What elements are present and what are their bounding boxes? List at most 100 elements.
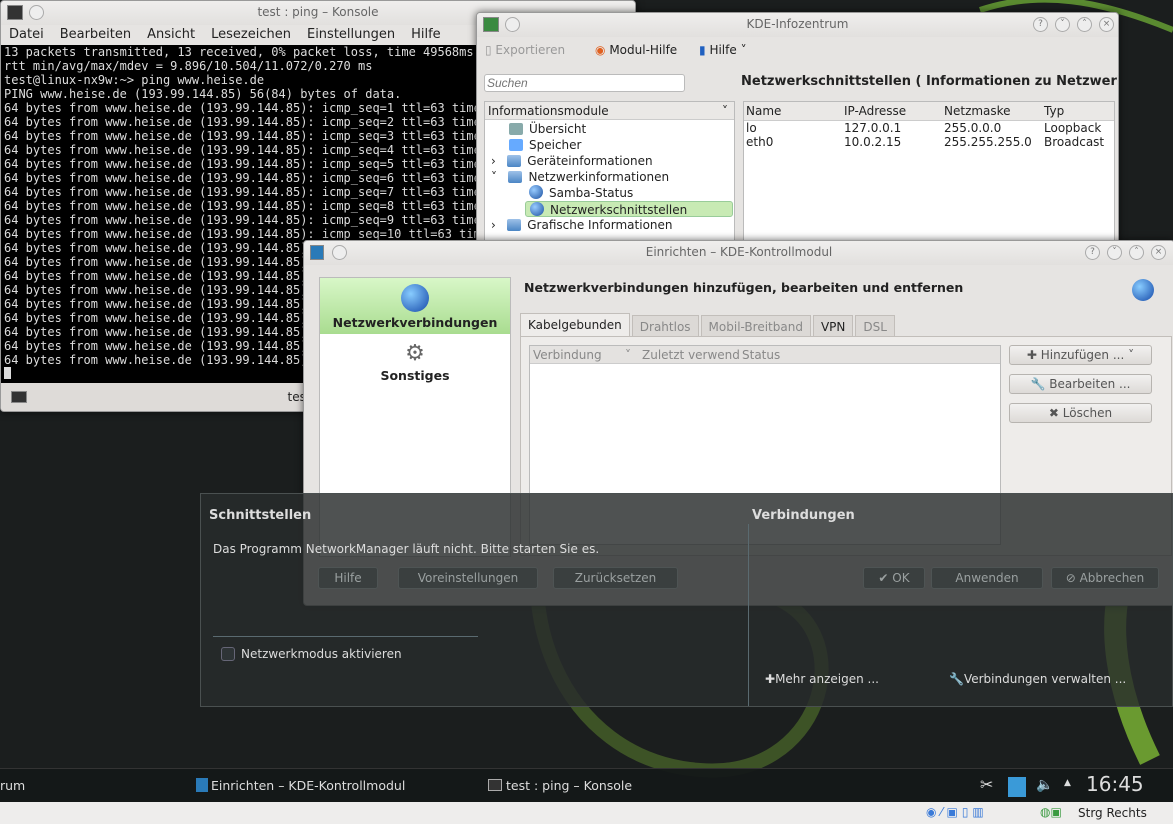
network-popup: Schnittstellen Verbindungen Das Programm… — [200, 493, 1173, 707]
connections-title: Verbindungen — [752, 508, 855, 523]
list-header: Verbindung ˅ Zuletzt verwend Status — [530, 346, 1000, 364]
minimize-button[interactable]: ˅ — [1055, 17, 1070, 32]
window-title: KDE-Infozentrum — [746, 17, 849, 31]
info-toolbar: ▯ Exportieren ◉ Modul-Hilfe ▮ Hilfe ˅ — [477, 37, 1118, 67]
network-app-icon — [196, 778, 208, 792]
lifebuoy-icon: ◉ — [595, 43, 606, 57]
folder-icon — [508, 171, 523, 183]
help-button[interactable]: ? — [1085, 245, 1100, 260]
vbox-statusbar: ◉⁄▣▯▥ ◍▣ Strg Rechts — [0, 802, 1173, 824]
folder-icon — [507, 155, 522, 167]
taskbar: rum Einrichten – KDE-Kontrollmodul test … — [0, 768, 1173, 802]
globe-icon — [529, 185, 543, 199]
tab-kabelgebunden[interactable]: Kabelgebunden — [520, 313, 630, 337]
connection-tabs: Kabelgebunden Drahtlos Mobil-Breitband VPN D… — [520, 313, 897, 337]
status-message: Das Programm NetworkManager läuft nicht.… — [213, 542, 600, 556]
help-button[interactable]: ▮ Hilfe ˅ — [699, 43, 747, 57]
vbox-mouse-integration-icon[interactable]: ◍▣ — [1040, 805, 1062, 819]
network-mode-checkbox[interactable]: Netzwerkmodus aktivieren — [221, 647, 402, 661]
help-button[interactable]: Hilfe — [318, 567, 378, 589]
close-button[interactable]: × — [1099, 17, 1114, 32]
ok-button[interactable]: ✔ OK — [863, 567, 925, 589]
vbox-device-icons[interactable]: ◉⁄▣▯▥ — [926, 805, 988, 819]
minimize-button[interactable]: ˅ — [1107, 245, 1122, 260]
menu-datei[interactable]: Datei — [1, 25, 52, 45]
category-sonstiges[interactable]: ⚙ Sonstiges — [320, 334, 510, 390]
maximize-button[interactable]: ˄ — [1129, 245, 1144, 260]
menu-lesezeichen[interactable]: Lesezeichen — [203, 25, 299, 45]
klipper-icon[interactable]: ✂ — [980, 775, 993, 794]
help-book-icon: ▮ — [699, 43, 706, 57]
search-input[interactable] — [484, 74, 685, 92]
tab-vpn[interactable]: VPN — [812, 315, 854, 337]
divider — [748, 524, 749, 706]
globe-icon — [530, 202, 544, 216]
menu-einstellungen[interactable]: Einstellungen — [299, 25, 403, 45]
tree-item-samba-status[interactable]: Samba-Status — [485, 185, 734, 201]
window-title: Einrichten – KDE-Kontrollmodul — [645, 245, 833, 259]
module-heading: Netzwerkverbindungen hinzufügen, bearbei… — [524, 280, 964, 295]
task-infozentrum[interactable]: rum — [0, 778, 25, 793]
close-button[interactable]: × — [1151, 245, 1166, 260]
tree-header[interactable]: Informationsmodule ˅ — [485, 102, 734, 120]
window-menu-button[interactable] — [29, 5, 44, 20]
clock[interactable]: 16:45 — [1086, 772, 1144, 796]
menu-bearbeiten[interactable]: Bearbeiten — [52, 25, 139, 45]
tree-item-netzwerkinformationen[interactable]: ˅ Netzwerkinformationen — [485, 169, 734, 185]
terminal-icon — [7, 5, 23, 20]
category-netzwerkverbindungen[interactable]: Netzwerkverbindungen — [320, 278, 510, 334]
infozentrum-titlebar[interactable]: KDE-Infozentrum ? ˅ ˄ × — [477, 13, 1118, 37]
expand-tray-icon[interactable]: ▲ — [1064, 778, 1071, 788]
tab-dsl[interactable]: DSL — [855, 315, 895, 337]
memory-icon — [509, 139, 523, 151]
tab-drahtlos[interactable]: Drahtlos — [631, 315, 699, 337]
module-tree[interactable]: Informationsmodule ˅ Übersicht Speicher ›… — [484, 101, 735, 251]
delete-button[interactable]: ✖ Löschen — [1009, 403, 1152, 423]
tree-item-netzwerkschnittstellen[interactable]: Netzwerkschnittstellen — [525, 201, 733, 217]
export-button[interactable]: ▯ Exportieren — [485, 43, 565, 57]
host-key-label: Strg Rechts — [1078, 806, 1147, 820]
network-tray-icon[interactable] — [1008, 777, 1026, 797]
network-wrench-icon — [1132, 279, 1154, 301]
table-header: Name IP-Adresse Netzmaske Typ — [744, 102, 1114, 120]
computer-icon — [509, 123, 523, 135]
tree-item-speicher[interactable]: Speicher — [485, 137, 734, 153]
maximize-button[interactable]: ˄ — [1077, 17, 1092, 32]
terminal-icon — [11, 391, 27, 403]
show-more-button[interactable]: ✚Mehr anzeigen ... — [765, 672, 879, 686]
edit-button[interactable]: 🔧 Bearbeiten ... — [1009, 374, 1152, 394]
tree-item-grafische-informationen[interactable]: › Grafische Informationen — [485, 217, 734, 233]
tab-mobil-breitband[interactable]: Mobil-Breitband — [700, 315, 811, 337]
window-menu-button[interactable] — [332, 245, 347, 260]
terminal-icon — [488, 779, 502, 791]
table-row[interactable]: lo 127.0.0.1 255.0.0.0 Loopback — [744, 120, 1114, 135]
add-button[interactable]: ✚ Hinzufügen ... ˅ — [1009, 345, 1152, 365]
tree-item-geraeteinformationen[interactable]: › Geräteinformationen — [485, 153, 734, 169]
module-heading: Netzwerkschnittstellen ( Informationen z… — [741, 74, 1119, 89]
tree-item-uebersicht[interactable]: Übersicht — [485, 121, 734, 137]
manage-connections-button[interactable]: 🔧Verbindungen verwalten ... — [949, 672, 1126, 686]
menu-ansicht[interactable]: Ansicht — [139, 25, 203, 45]
info-app-icon — [483, 17, 499, 32]
table-row[interactable]: eth0 10.0.2.15 255.255.255.0 Broadcast — [744, 135, 1114, 149]
task-konsole[interactable]: test : ping – Konsole — [488, 778, 632, 793]
network-wrench-icon — [401, 284, 429, 312]
apply-button[interactable]: Anwenden — [931, 567, 1043, 589]
task-kcm[interactable]: Einrichten – KDE-Kontrollmodul — [196, 778, 405, 793]
cancel-button[interactable]: ⊘ Abbrechen — [1051, 567, 1159, 589]
interfaces-table[interactable]: Name IP-Adresse Netzmaske Typ lo 127.0.0.1 25… — [743, 101, 1115, 251]
module-help-button[interactable]: ◉ Modul-Hilfe — [595, 43, 677, 57]
folder-icon — [507, 219, 522, 231]
interfaces-title: Schnittstellen — [209, 508, 312, 523]
window-title: test : ping – Konsole — [257, 5, 379, 19]
help-button[interactable]: ? — [1033, 17, 1048, 32]
volume-icon[interactable]: 🔈 — [1036, 777, 1053, 793]
kcm-titlebar[interactable]: Einrichten – KDE-Kontrollmodul ? ˅ ˄ × — [304, 241, 1173, 265]
defaults-button[interactable]: Voreinstellungen — [398, 567, 538, 589]
network-app-icon — [310, 245, 324, 260]
window-menu-button[interactable] — [505, 17, 520, 32]
reset-button[interactable]: Zurücksetzen — [553, 567, 678, 589]
tools-icon: ⚙ — [405, 341, 425, 366]
divider — [213, 636, 478, 637]
menu-hilfe[interactable]: Hilfe — [403, 25, 449, 45]
